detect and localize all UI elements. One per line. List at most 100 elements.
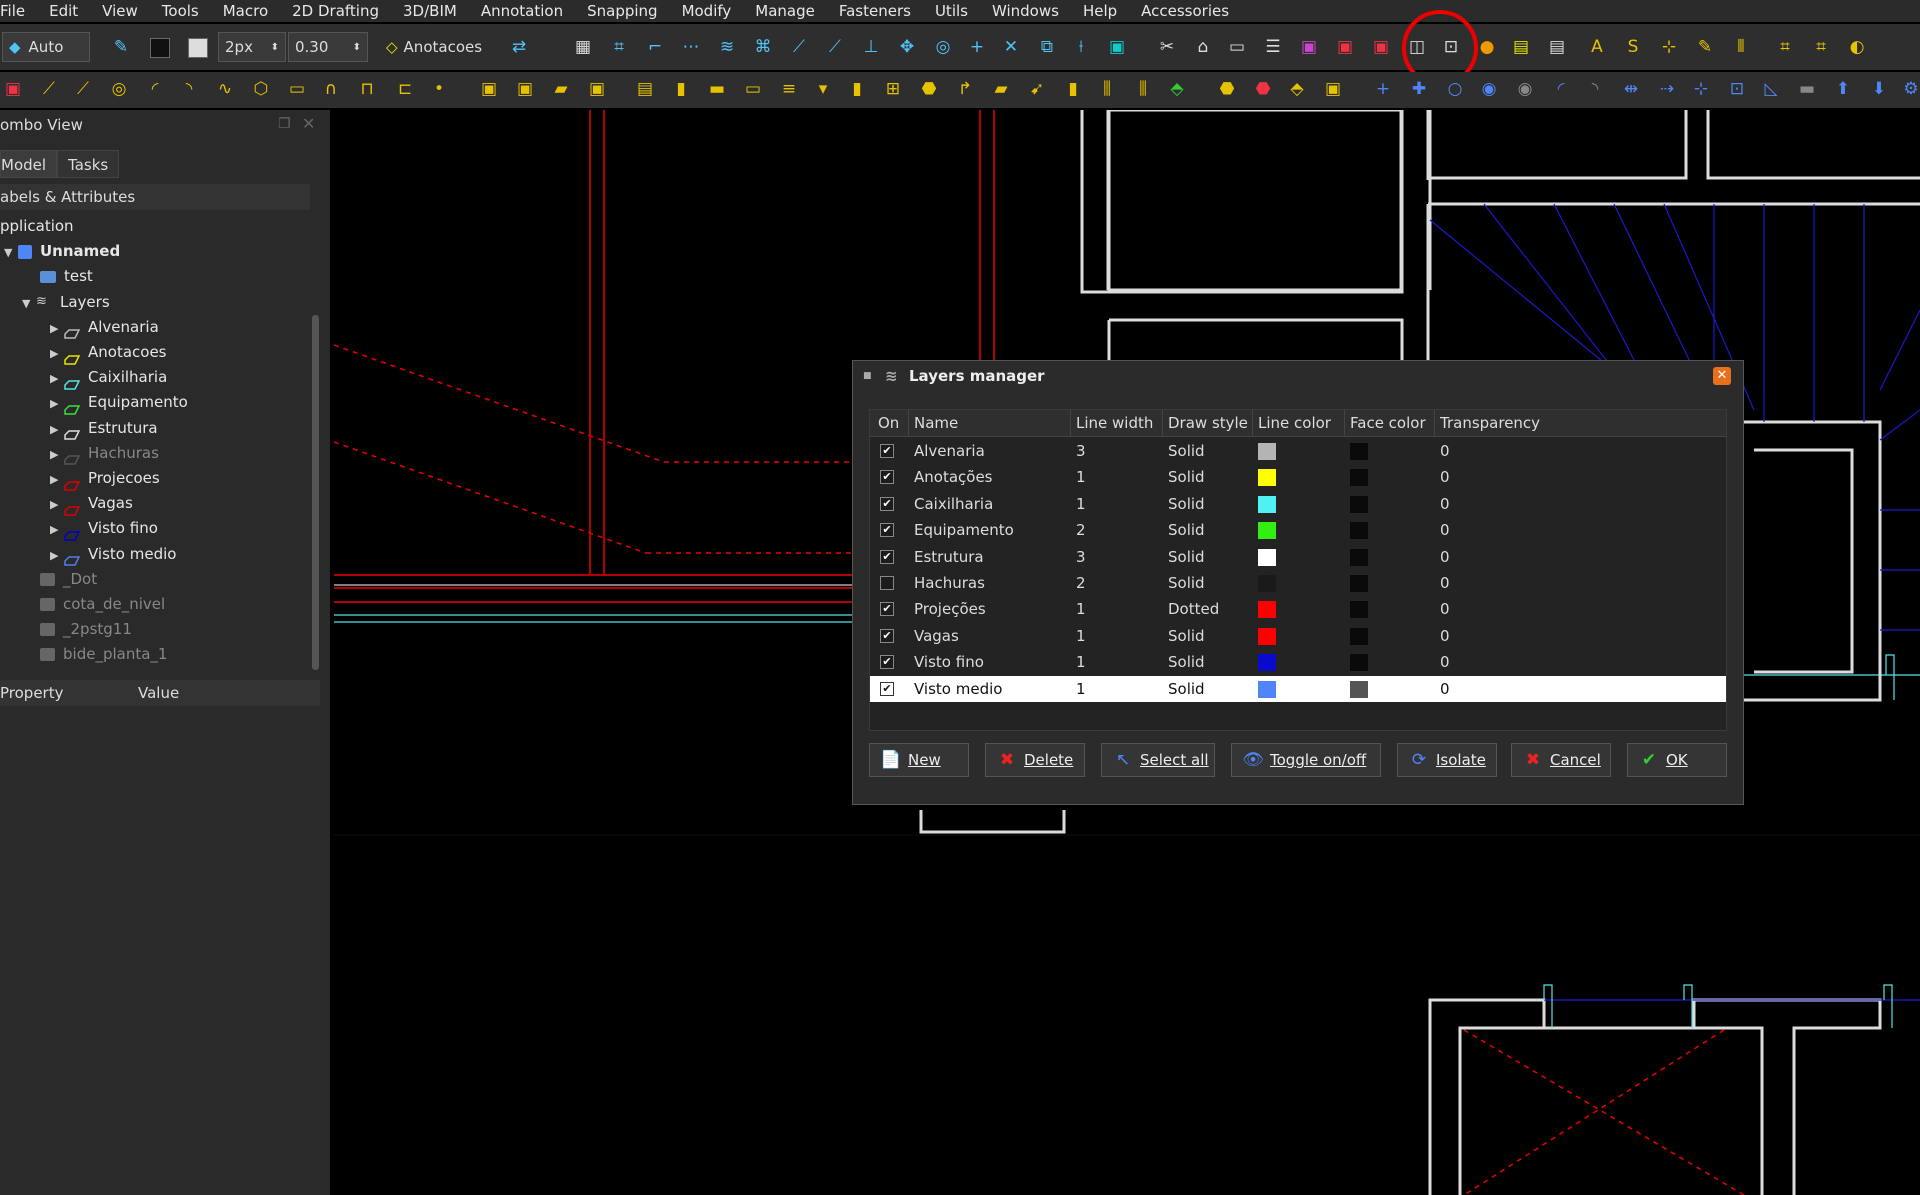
layer-name-cell[interactable]: Anotações [914,464,993,490]
material-icon[interactable]: ▣ [1298,36,1320,58]
dialog-titlebar[interactable]: ■ ≋ Layers manager [853,361,1743,391]
tree-item[interactable]: ▶ Projecoes [46,466,160,492]
draw-style-cell[interactable]: Solid [1168,544,1205,570]
draw-style-cell[interactable]: Solid [1168,517,1205,543]
cancel-button[interactable]: ✖ Cancel [1511,743,1611,777]
layer-name-cell[interactable]: Projeções [914,596,986,622]
construction-mode-icon[interactable]: ✎ [110,36,132,58]
expand-right-icon[interactable]: ▶ [50,367,64,391]
floor-icon[interactable]: ▤ [634,78,656,100]
column-header-draw-style[interactable]: Draw style [1162,410,1248,436]
transparency-cell[interactable]: 0 [1440,491,1450,517]
layer-name-cell[interactable]: Hachuras [914,570,985,596]
upgrade-icon[interactable]: ⊹ [1690,78,1712,100]
menu-item-modify[interactable]: Modify [670,2,744,20]
layer-name-cell[interactable]: Visto medio [914,676,1002,702]
column-header-transparency[interactable]: Transparency [1434,410,1540,436]
transparency-cell[interactable]: 0 [1440,517,1450,543]
draw-style-cell[interactable]: Solid [1168,623,1205,649]
tab-tasks[interactable]: Tasks [57,150,120,178]
menu-item-view[interactable]: View [90,2,150,20]
snap-near-icon[interactable]: + [966,36,988,58]
snap-extension-icon[interactable]: ⊥ [860,36,882,58]
layer-name-cell[interactable]: Vagas [914,623,959,649]
circle-icon[interactable]: ◎ [108,78,130,100]
line-width-cell[interactable]: 1 [1076,491,1086,517]
face-color-swatch[interactable] [1350,601,1368,619]
rectangle-icon[interactable]: ▭ [286,78,308,100]
select-all-button[interactable]: ↖ Select all [1101,743,1215,777]
layer-name-cell[interactable]: Estrutura [914,544,984,570]
space-icon[interactable]: ▣ [1322,78,1344,100]
subelement-icon[interactable]: ▬ [1796,78,1818,100]
menu-item-macro[interactable]: Macro [211,2,280,20]
rebar-icon[interactable]: ⫼ [1096,78,1118,100]
structure-icon[interactable]: ⌗ [1810,36,1832,58]
menu-item-annotation[interactable]: Annotation [469,2,575,20]
frame-icon[interactable]: ⊞ [882,78,904,100]
scale-icon[interactable]: ○ [1444,78,1466,100]
face-color-swatch[interactable] [1350,680,1368,698]
layer-visibility-checkbox[interactable]: ✔ [880,628,894,643]
label-icon[interactable]: ✎ [1694,36,1716,58]
snap-ortho-icon[interactable]: ✕ [1000,36,1022,58]
draw-style-cell[interactable]: Solid [1168,649,1205,675]
line-color-swatch[interactable] [1258,627,1276,645]
draw-mode-selector[interactable]: ◆ Auto [2,32,90,62]
line-width-cell[interactable]: 1 [1076,596,1086,622]
line-color-swatch[interactable] [150,38,170,58]
column-header-on[interactable]: On [878,410,899,436]
slab-icon[interactable]: ▰ [550,78,572,100]
transparency-cell[interactable]: 0 [1440,544,1450,570]
line-color-swatch[interactable] [1258,522,1276,540]
tree-item[interactable]: ▶ Equipamento [46,390,188,416]
stretch-icon[interactable]: ⇹ [1620,78,1642,100]
curtain-wall-icon[interactable]: ⫼ [1132,78,1154,100]
line-color-swatch[interactable] [1258,443,1276,460]
layer-row[interactable]: Hachuras 2 Solid 0 [870,570,1726,596]
tree-item[interactable]: ▶ Estrutura [46,416,158,440]
line-width-cell[interactable]: 3 [1076,438,1086,464]
layer-visibility-checkbox[interactable]: ✔ [880,496,894,511]
draw-style-cell[interactable]: Solid [1168,491,1205,517]
dot-icon[interactable]: ● [1476,36,1498,58]
tree-item[interactable]: bide_planta_1 [40,642,167,666]
menu-item-file[interactable]: File [0,2,37,20]
layer-name-cell[interactable]: Alvenaria [914,438,985,464]
expand-right-icon[interactable]: ▶ [50,468,64,492]
layer-visibility-checkbox[interactable]: ✔ [880,523,894,538]
draw-style-cell[interactable]: Solid [1168,676,1205,702]
tree-item[interactable]: ▶ Alvenaria [46,315,159,340]
settings-icon[interactable]: ⚙ [1900,78,1920,100]
join-icon[interactable]: ◝ [1584,78,1606,100]
column-header-line-width[interactable]: Line width [1070,410,1153,436]
point-icon[interactable]: • [428,78,450,100]
structure-bim-icon[interactable]: ▣ [514,78,536,100]
line-width-cell[interactable]: 2 [1076,517,1086,543]
close-icon[interactable]: ✕ [302,114,315,133]
layer-row[interactable]: ✔ Visto medio 1 Solid 0 [870,675,1726,702]
building-icon[interactable]: ⬣ [1252,78,1274,100]
ellipse-icon[interactable]: ⊏ [394,78,416,100]
expand-down-icon[interactable]: ▼ [22,292,36,316]
expand-right-icon[interactable]: ▶ [50,418,64,442]
delete-button[interactable]: ✖ Delete [985,743,1085,777]
face-color-swatch[interactable] [1350,443,1368,460]
expand-right-icon[interactable]: ▶ [50,443,64,467]
layer-visibility-checkbox[interactable]: ✔ [880,444,894,458]
project-icon[interactable]: ⬣ [1216,78,1238,100]
split-icon[interactable]: ⇢ [1656,78,1678,100]
layer-visibility-checkbox[interactable]: ✔ [880,655,894,670]
expand-right-icon[interactable]: ▶ [50,392,64,416]
polygon-icon[interactable]: ⬡ [250,78,272,100]
snap-angle-icon[interactable]: ⌘ [752,36,774,58]
layer-row[interactable]: ✔ Anotações 1 Solid 0 [870,464,1726,490]
rotate-icon[interactable]: ✚ [1408,78,1430,100]
spreadsheet-icon[interactable]: ▤ [1546,36,1568,58]
layer-visibility-checkbox[interactable]: ✔ [880,602,894,617]
menu-item-utils[interactable]: Utils [923,2,980,20]
extrude-up-icon[interactable]: ⬆ [1832,78,1854,100]
grid-icon[interactable]: ▦ [572,36,594,58]
arc3-icon[interactable]: ◝ [178,78,200,100]
tree-item[interactable]: ▶ Visto medio [46,542,176,566]
